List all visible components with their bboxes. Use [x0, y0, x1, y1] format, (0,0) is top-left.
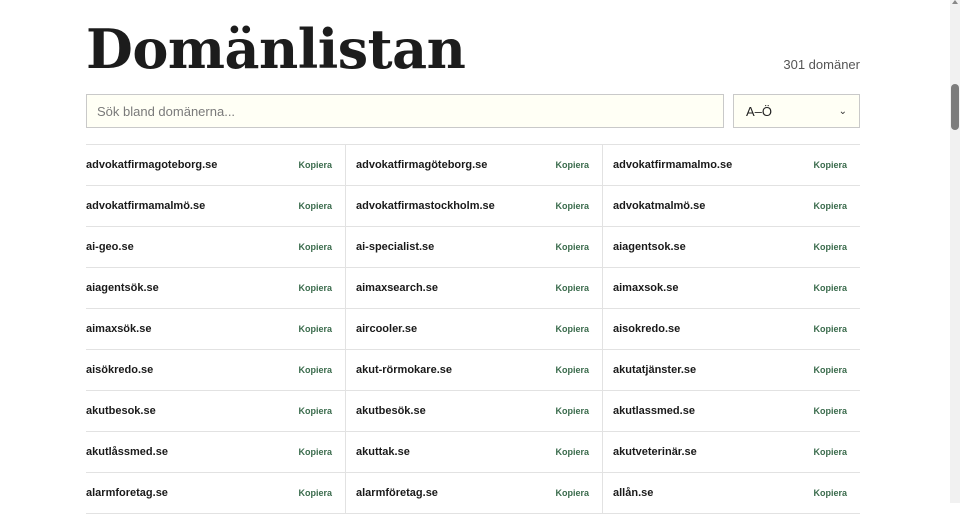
domain-item: aimaxsearch.se Kopiera	[345, 268, 602, 309]
scrollbar[interactable]	[950, 0, 960, 503]
domain-item: akutlassmed.se Kopiera	[602, 391, 860, 432]
domain-item: aimaxsök.se Kopiera	[86, 309, 345, 350]
domain-item: ai-geo.se Kopiera	[86, 227, 345, 268]
domain-name: alarmforetag.se	[86, 487, 168, 499]
copy-button[interactable]: Kopiera	[813, 365, 847, 375]
page-title: Domänlistan	[86, 17, 466, 81]
domain-name: akutatjänster.se	[613, 364, 697, 376]
domain-name: aircooler.se	[356, 323, 418, 335]
domain-name: akutbesok.se	[86, 405, 156, 417]
domain-item: aisökredo.se Kopiera	[86, 350, 345, 391]
copy-button[interactable]: Kopiera	[813, 324, 847, 334]
copy-button[interactable]: Kopiera	[555, 324, 589, 334]
domain-item: akutbesök.se Kopiera	[345, 391, 602, 432]
domain-item: alarmforetag.se Kopiera	[86, 473, 345, 514]
copy-button[interactable]: Kopiera	[555, 447, 589, 457]
domain-grid: advokatfirmagoteborg.se Kopiera advokatfir…	[86, 144, 860, 514]
domain-item: akutveterinär.se Kopiera	[602, 432, 860, 473]
domain-name: allån.se	[613, 487, 654, 499]
domain-name: advokatmalmö.se	[613, 200, 706, 212]
domain-name: advokatfirmastockholm.se	[356, 200, 495, 212]
domain-item: allån.se Kopiera	[602, 473, 860, 514]
copy-button[interactable]: Kopiera	[813, 283, 847, 293]
domain-item: aimaxsok.se Kopiera	[602, 268, 860, 309]
domain-item: akuttak.se Kopiera	[345, 432, 602, 473]
domain-item: advokatfirmagoteborg.se Kopiera	[86, 145, 345, 186]
domain-item: advokatfirmastockholm.se Kopiera	[345, 186, 602, 227]
page: Domänlistan 301 domäner A–Ö ⌄ advokatfir…	[0, 0, 950, 514]
domain-name: advokatfirmamalmo.se	[613, 159, 733, 171]
domain-name: aisokredo.se	[613, 323, 681, 335]
domain-item: ai-specialist.se Kopiera	[345, 227, 602, 268]
copy-button[interactable]: Kopiera	[813, 406, 847, 416]
domain-item: aiagentsok.se Kopiera	[602, 227, 860, 268]
domain-item: akutbesok.se Kopiera	[86, 391, 345, 432]
copy-button[interactable]: Kopiera	[298, 406, 332, 416]
domain-item: akut-rörmokare.se Kopiera	[345, 350, 602, 391]
domain-name: aisökredo.se	[86, 364, 154, 376]
domain-item: aiagentsök.se Kopiera	[86, 268, 345, 309]
domain-name: advokatfirmagöteborg.se	[356, 159, 488, 171]
copy-button[interactable]: Kopiera	[298, 283, 332, 293]
copy-button[interactable]: Kopiera	[555, 365, 589, 375]
domain-item: advokatmalmö.se Kopiera	[602, 186, 860, 227]
domain-name: akut-rörmokare.se	[356, 364, 452, 376]
domain-item: advokatfirmamalmö.se Kopiera	[86, 186, 345, 227]
domain-item: advokatfirmamalmo.se Kopiera	[602, 145, 860, 186]
domain-item: akutlåssmed.se Kopiera	[86, 432, 345, 473]
domain-name: ai-specialist.se	[356, 241, 435, 253]
copy-button[interactable]: Kopiera	[555, 201, 589, 211]
domain-name: akutlassmed.se	[613, 405, 695, 417]
copy-button[interactable]: Kopiera	[555, 406, 589, 416]
domain-name: akutveterinär.se	[613, 446, 697, 458]
domain-name: aimaxsearch.se	[356, 282, 438, 294]
copy-button[interactable]: Kopiera	[555, 488, 589, 498]
copy-button[interactable]: Kopiera	[813, 447, 847, 457]
domain-count: 301 domäner	[783, 57, 860, 72]
copy-button[interactable]: Kopiera	[813, 160, 847, 170]
domain-item: advokatfirmagöteborg.se Kopiera	[345, 145, 602, 186]
domain-item: aisokredo.se Kopiera	[602, 309, 860, 350]
domain-name: advokatfirmamalmö.se	[86, 200, 206, 212]
domain-name: ai-geo.se	[86, 241, 134, 253]
domain-name: aiagentsok.se	[613, 241, 686, 253]
domain-name: aiagentsök.se	[86, 282, 159, 294]
domain-name: aimaxsok.se	[613, 282, 679, 294]
scroll-thumb[interactable]	[951, 84, 959, 130]
domain-item: aircooler.se Kopiera	[345, 309, 602, 350]
copy-button[interactable]: Kopiera	[298, 160, 332, 170]
domain-name: akutbesök.se	[356, 405, 426, 417]
domain-item: akutatjänster.se Kopiera	[602, 350, 860, 391]
domain-item: alarmföretag.se Kopiera	[345, 473, 602, 514]
sort-selected-value: A–Ö	[746, 103, 773, 119]
copy-button[interactable]: Kopiera	[298, 365, 332, 375]
domain-name: advokatfirmagoteborg.se	[86, 159, 218, 171]
copy-button[interactable]: Kopiera	[555, 283, 589, 293]
copy-button[interactable]: Kopiera	[813, 488, 847, 498]
scroll-up-icon[interactable]	[952, 0, 958, 4]
copy-button[interactable]: Kopiera	[298, 324, 332, 334]
domain-name: akuttak.se	[356, 446, 410, 458]
search-input[interactable]	[86, 94, 724, 128]
domain-name: akutlåssmed.se	[86, 446, 168, 458]
domain-name: aimaxsök.se	[86, 323, 152, 335]
copy-button[interactable]: Kopiera	[298, 447, 332, 457]
chevron-down-icon: ⌄	[838, 105, 847, 117]
copy-button[interactable]: Kopiera	[298, 201, 332, 211]
copy-button[interactable]: Kopiera	[813, 242, 847, 252]
copy-button[interactable]: Kopiera	[813, 201, 847, 211]
sort-select[interactable]: A–Ö ⌄	[733, 94, 860, 128]
copy-button[interactable]: Kopiera	[298, 242, 332, 252]
copy-button[interactable]: Kopiera	[555, 160, 589, 170]
copy-button[interactable]: Kopiera	[555, 242, 589, 252]
copy-button[interactable]: Kopiera	[298, 488, 332, 498]
domain-name: alarmföretag.se	[356, 487, 438, 499]
